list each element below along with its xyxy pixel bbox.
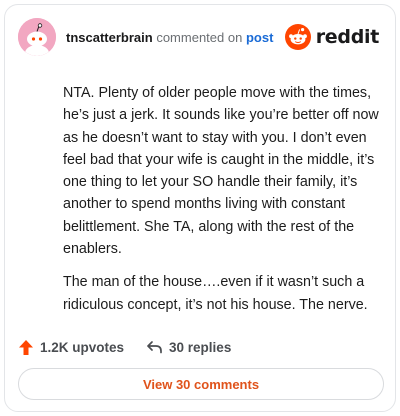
avatar[interactable] [18,18,56,56]
reddit-logo[interactable]: reddit [284,24,380,50]
reply-arrow-icon [147,341,162,354]
comment-card: tnscatterbrain commented on post reddit … [4,4,396,412]
commented-label: commented on [156,30,243,45]
post-link[interactable]: post [246,30,273,45]
view-comments-button[interactable]: View 30 comments [18,368,384,400]
comment-paragraph: The man of the house….even if it wasn’t … [63,274,368,313]
comment-body: NTA. Plenty of older people move with th… [63,82,383,327]
upvote-button[interactable]: 1.2K upvotes [18,339,124,356]
username[interactable]: tnscatterbrain [66,30,153,45]
reddit-snoo-icon [284,24,311,50]
comment-header: tnscatterbrain commented on post reddit [18,18,379,58]
upvote-arrow-icon [19,339,33,355]
comment-actions: 1.2K upvotes 30 replies [18,337,231,357]
upvote-count: 1.2K upvotes [40,339,125,355]
comment-meta: tnscatterbrain commented on post [66,30,273,46]
replies-count: 30 replies [169,339,232,355]
replies-button[interactable]: 30 replies [146,340,231,355]
snoo-avatar-icon [18,18,56,56]
logo-text: reddit [315,26,380,48]
comment-paragraph: NTA. Plenty of older people move with th… [63,85,379,258]
